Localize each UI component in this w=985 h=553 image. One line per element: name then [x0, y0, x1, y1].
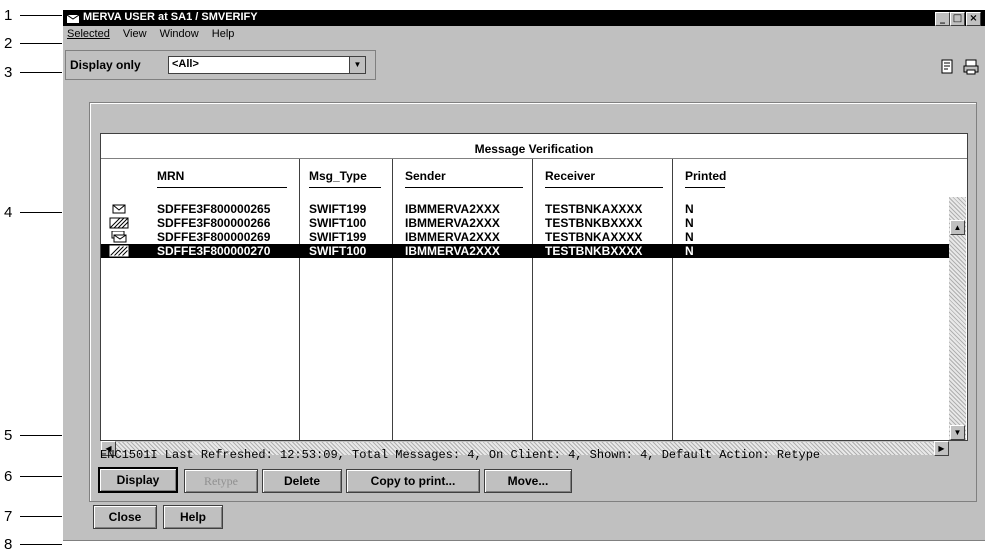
callout-5: 5: [0, 427, 62, 444]
window-title: MERVA USER at SA1 / SMVERIFY: [83, 11, 258, 23]
mrn-cell: SDFFE3F800000266: [157, 216, 271, 230]
stacked-messages-icon: [111, 231, 127, 243]
display-only-label: Display only: [70, 58, 141, 72]
document-icon[interactable]: [939, 58, 957, 76]
scroll-down-arrow-icon[interactable]: ▼: [950, 425, 965, 440]
mrn-cell: SDFFE3F800000265: [157, 202, 271, 216]
printed-cell: N: [685, 202, 694, 216]
sender-cell: IBMMERVA2XXX: [405, 202, 500, 216]
receiver-cell: TESTBNKBXXXX: [545, 216, 643, 230]
callout-8: 8: [0, 536, 62, 553]
close-button[interactable]: Close: [93, 505, 157, 529]
header-underline: [545, 187, 663, 188]
msg-type-cell: SWIFT199: [309, 202, 367, 216]
msg-type-cell: SWIFT199: [309, 230, 367, 244]
sender-cell: IBMMERVA2XXX: [405, 244, 500, 258]
header-divider: [101, 158, 967, 159]
menu-selected[interactable]: Selected: [67, 28, 110, 40]
envelope-icon: [112, 204, 126, 214]
retype-button[interactable]: Retype: [184, 469, 258, 493]
filter-toolbar: Display only <All> ▼: [65, 50, 376, 80]
callout-7: 7: [0, 508, 62, 525]
move-button[interactable]: Move...: [484, 469, 572, 493]
scroll-up-arrow-icon[interactable]: ▲: [950, 220, 965, 235]
application-window: MERVA USER at SA1 / SMVERIFY _ □ × Selec…: [63, 10, 985, 541]
minimize-button[interactable]: _: [935, 12, 950, 26]
mrn-cell: SDFFE3F800000269: [157, 230, 271, 244]
sender-cell: IBMMERVA2XXX: [405, 216, 500, 230]
maximize-button[interactable]: □: [950, 12, 965, 26]
mrn-cell: SDFFE3F800000270: [157, 244, 271, 258]
header-underline: [157, 187, 287, 188]
table-row[interactable]: SDFFE3F800000269 SWIFT199 IBMMERVA2XXX T…: [101, 230, 949, 244]
header-underline: [685, 187, 725, 188]
status-line: ENC1501I Last Refreshed: 12:53:09, Total…: [100, 448, 821, 462]
receiver-cell: TESTBNKBXXXX: [545, 244, 643, 258]
scroll-right-arrow-icon[interactable]: ▶: [934, 441, 949, 456]
receiver-cell: TESTBNKAXXXX: [545, 202, 643, 216]
copy-to-print-button[interactable]: Copy to print...: [346, 469, 480, 493]
display-button[interactable]: Display: [98, 467, 178, 493]
menu-bar: Selected View Window Help: [63, 28, 240, 44]
vertical-scrollbar[interactable]: ▲ ▼: [949, 197, 966, 440]
hatched-envelope-icon: [109, 217, 129, 229]
table-row[interactable]: SDFFE3F800000265 SWIFT199 IBMMERVA2XXX T…: [101, 202, 949, 216]
list-title: Message Verification: [474, 142, 594, 156]
menu-view[interactable]: View: [123, 28, 147, 40]
window-bottom-edge: [63, 540, 985, 541]
callout-6: 6: [0, 468, 62, 485]
delete-button[interactable]: Delete: [262, 469, 342, 493]
close-window-button[interactable]: ×: [966, 12, 981, 26]
column-header-msg-type[interactable]: Msg_Type: [309, 169, 367, 183]
printed-cell: N: [685, 230, 694, 244]
msg-type-cell: SWIFT100: [309, 216, 367, 230]
display-only-dropdown[interactable]: <All> ▼: [168, 56, 366, 74]
callout-2: 2: [0, 35, 62, 52]
title-bar[interactable]: MERVA USER at SA1 / SMVERIFY _ □ ×: [63, 10, 985, 26]
app-icon: [67, 14, 79, 23]
callout-3: 3: [0, 64, 62, 81]
printer-icon[interactable]: [962, 58, 980, 76]
table-row[interactable]: SDFFE3F800000266 SWIFT100 IBMMERVA2XXX T…: [101, 216, 949, 230]
column-header-mrn[interactable]: MRN: [157, 169, 184, 183]
sender-cell: IBMMERVA2XXX: [405, 230, 500, 244]
callout-4: 4: [0, 204, 62, 221]
hatched-envelope-icon: [109, 245, 129, 257]
printed-cell: N: [685, 216, 694, 230]
column-header-sender[interactable]: Sender: [405, 169, 446, 183]
message-list[interactable]: Message Verification MRN Msg_Type Sender…: [100, 133, 968, 456]
table-row-selected[interactable]: SDFFE3F800000270 SWIFT100 IBMMERVA2XXX T…: [101, 244, 949, 258]
menu-window[interactable]: Window: [160, 28, 199, 40]
callout-1: 1: [0, 7, 62, 24]
chevron-down-icon[interactable]: ▼: [349, 57, 365, 73]
receiver-cell: TESTBNKAXXXX: [545, 230, 643, 244]
dropdown-value: <All>: [172, 58, 199, 70]
column-header-receiver[interactable]: Receiver: [545, 169, 595, 183]
header-underline: [405, 187, 523, 188]
help-button[interactable]: Help: [163, 505, 223, 529]
printed-cell: N: [685, 244, 694, 258]
menu-help[interactable]: Help: [212, 28, 235, 40]
header-underline: [309, 187, 381, 188]
msg-type-cell: SWIFT100: [309, 244, 367, 258]
column-header-printed[interactable]: Printed: [685, 169, 726, 183]
message-verification-panel: Message Verification MRN Msg_Type Sender…: [89, 102, 977, 502]
